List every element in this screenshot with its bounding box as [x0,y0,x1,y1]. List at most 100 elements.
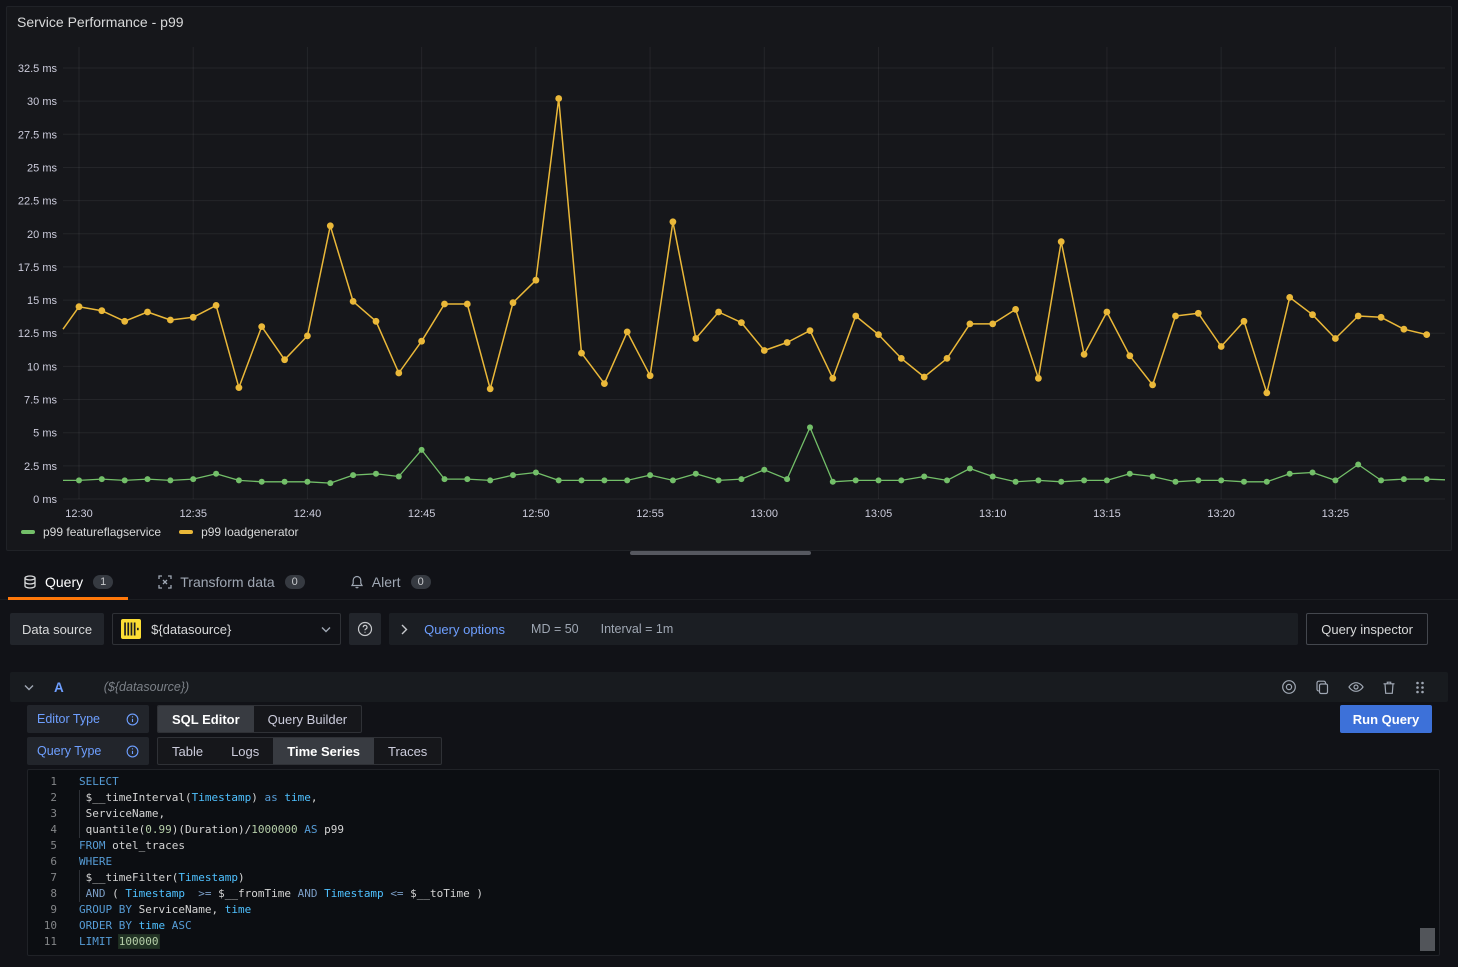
line-number: 6 [28,854,57,870]
line-number: 1 [28,774,57,790]
segment-traces[interactable]: Traces [374,738,441,764]
chevron-down-icon [321,626,331,633]
svg-text:15 ms: 15 ms [27,295,57,307]
interval-value: Interval = 1m [601,622,674,636]
tab-transform-badge: 0 [285,575,305,589]
code-line-6[interactable]: 6WHERE [28,854,1439,870]
code-line-1[interactable]: 1SELECT [28,774,1439,790]
svg-text:32.5 ms: 32.5 ms [18,63,58,75]
series-loadgenerator [63,95,1430,396]
duplicate-query-icon[interactable] [1315,680,1330,695]
query-ref-id[interactable]: A [54,680,64,695]
code-line-4[interactable]: 4 quantile(0.99)(Duration)/1000000 AS p9… [28,822,1439,838]
legend-item[interactable]: p99 loadgenerator [179,525,298,539]
svg-text:27.5 ms: 27.5 ms [18,129,58,141]
timeseries-chart[interactable]: 0 ms2.5 ms5 ms7.5 ms10 ms12.5 ms15 ms17.… [7,7,1453,550]
tab-query-label: Query [45,574,83,590]
segment-logs[interactable]: Logs [217,738,273,764]
collapse-chevron-icon[interactable] [24,684,34,691]
line-number: 9 [28,902,57,918]
tab-transform-label: Transform data [180,574,274,590]
segment-query-builder[interactable]: Query Builder [254,706,361,732]
line-content: ServiceName, [57,806,165,822]
transform-icon [158,575,172,589]
svg-text:12:45: 12:45 [408,508,436,520]
code-line-7[interactable]: 7 $__timeFilter(Timestamp) [28,870,1439,886]
tab-alert[interactable]: Alert 0 [335,565,446,600]
query-row-header[interactable]: A (${datasource}) [10,672,1448,702]
line-content: GROUP BY ServiceName, time [57,902,251,918]
svg-text:13:15: 13:15 [1093,508,1121,520]
query-type-label: Query Type [37,744,101,758]
line-content: ORDER BY time ASC [57,918,192,934]
svg-text:12:35: 12:35 [179,508,207,520]
query-row-actions [1281,679,1426,695]
svg-text:13:20: 13:20 [1207,508,1235,520]
code-line-5[interactable]: 5FROM otel_traces [28,838,1439,854]
datasource-help-button[interactable] [349,613,381,645]
info-icon[interactable] [126,713,139,726]
tab-alert-label: Alert [372,574,401,590]
code-line-8[interactable]: 8 AND ( Timestamp >= $__fromTime AND Tim… [28,886,1439,902]
code-line-3[interactable]: 3 ServiceName, [28,806,1439,822]
svg-text:0 ms: 0 ms [33,494,57,506]
datasource-value: ${datasource} [151,622,231,637]
line-number: 10 [28,918,57,934]
panel-resize-handle[interactable] [630,551,811,555]
chart-legend: p99 featureflagservice p99 loadgenerator [21,525,299,539]
svg-text:25 ms: 25 ms [27,162,57,174]
line-number: 11 [28,934,57,950]
query-options-label: Query options [424,622,505,637]
line-content: $__timeInterval(Timestamp) as time, [57,790,317,806]
max-data-points-value: MD = 50 [531,622,579,636]
x-axis-labels: 12:3012:3512:4012:4512:5012:5513:0013:05… [65,508,1349,520]
svg-text:12:30: 12:30 [65,508,93,520]
drag-handle-grip-icon[interactable] [1414,680,1426,695]
svg-text:20 ms: 20 ms [27,229,57,241]
query-options-toggle[interactable]: Query options MD = 50 Interval = 1m [389,613,1298,645]
hide-response-eye-icon[interactable] [1348,679,1364,695]
tab-alert-badge: 0 [411,575,431,589]
query-inspector-button[interactable]: Query inspector [1306,613,1428,645]
svg-text:7.5 ms: 7.5 ms [24,395,58,407]
datasource-picker[interactable]: ${datasource} [112,613,341,645]
code-line-2[interactable]: 2 $__timeInterval(Timestamp) as time, [28,790,1439,806]
tab-query[interactable]: Query 1 [8,565,128,600]
clickhouse-logo-icon [121,619,141,639]
svg-text:13:10: 13:10 [979,508,1007,520]
query-type-row: Query Type Table Logs Time Series Traces [27,737,442,765]
database-icon [23,575,37,589]
code-line-10[interactable]: 10ORDER BY time ASC [28,918,1439,934]
info-icon[interactable] [126,745,139,758]
line-content: quantile(0.99)(Duration)/1000000 AS p99 [57,822,344,838]
legend-swatch [179,530,193,534]
chevron-right-icon [401,624,408,635]
datasource-toolbar: Data source ${datasource} Query op [0,612,1458,646]
line-content: SELECT [57,774,119,790]
line-content: LIMIT 100000 [57,934,159,950]
segment-table[interactable]: Table [158,738,217,764]
line-content: FROM otel_traces [57,838,185,854]
segment-sql-editor[interactable]: SQL Editor [158,706,254,732]
series-featureflagservice [63,424,1445,486]
svg-text:30 ms: 30 ms [27,96,57,108]
delete-query-trash-icon[interactable] [1382,680,1396,695]
sql-code-editor[interactable]: 1SELECT2 $__timeInterval(Timestamp) as t… [27,769,1440,956]
code-line-11[interactable]: 11LIMIT 100000 [28,934,1439,950]
disable-query-icon[interactable] [1281,679,1297,695]
query-datasource-hint: (${datasource}) [104,680,189,694]
editor-type-switcher: SQL Editor Query Builder [157,705,362,733]
legend-label: p99 featureflagservice [43,525,161,539]
legend-item[interactable]: p99 featureflagservice [21,525,161,539]
svg-text:10 ms: 10 ms [27,361,57,373]
tab-transform-data[interactable]: Transform data 0 [143,565,320,600]
segment-time-series[interactable]: Time Series [273,738,374,764]
run-query-button[interactable]: Run Query [1340,705,1432,733]
line-number: 5 [28,838,57,854]
line-content: WHERE [57,854,112,870]
line-content: $__timeFilter(Timestamp) [57,870,245,886]
panel-title: Service Performance - p99 [17,14,184,30]
line-number: 8 [28,886,57,902]
code-line-9[interactable]: 9GROUP BY ServiceName, time [28,902,1439,918]
bell-icon [350,575,364,589]
